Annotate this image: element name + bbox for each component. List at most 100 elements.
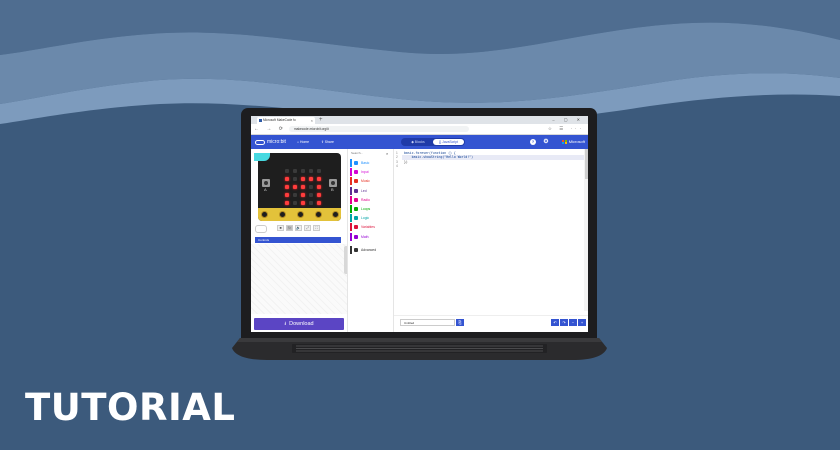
simulator-control-button[interactable]: ■ bbox=[277, 225, 284, 231]
category-color-bar bbox=[350, 195, 352, 204]
toolbox-search-input[interactable]: Search... bbox=[351, 151, 391, 156]
makecode-header: micro:bit ⌂ Home ⇪ Share ◆ Blocks {} Jav… bbox=[251, 135, 588, 149]
category-icon bbox=[354, 179, 358, 184]
category-label: Logic bbox=[361, 216, 370, 221]
category-math[interactable]: Math bbox=[350, 232, 390, 241]
led bbox=[293, 177, 297, 181]
close-tab-icon[interactable]: × bbox=[311, 117, 313, 124]
button-a[interactable] bbox=[262, 179, 270, 187]
download-label: Download bbox=[289, 321, 314, 327]
code-line[interactable]: basic.showString("Hello World!") bbox=[404, 155, 473, 159]
led bbox=[317, 193, 321, 197]
laptop: Microsoft MakeCode fo × + – ▢ ✕ ← → ⟳ ⌂ … bbox=[0, 0, 840, 450]
simulator-dropdown[interactable]: Controls bbox=[255, 237, 341, 243]
tutorial-heading: TUTORIAL bbox=[25, 386, 236, 429]
microbit-logo[interactable]: micro:bit bbox=[255, 138, 286, 146]
category-led[interactable]: Led bbox=[350, 186, 390, 195]
editor-action-button[interactable]: + bbox=[578, 319, 586, 326]
browser-menu-icons[interactable]: ☆ ☰ ··· bbox=[548, 124, 584, 134]
blocks-tab[interactable]: ◆ Blocks bbox=[404, 138, 432, 146]
led bbox=[293, 193, 297, 197]
category-color-bar bbox=[350, 177, 352, 186]
editor-action-button[interactable]: ↶ bbox=[551, 319, 559, 326]
category-label: Basic bbox=[361, 161, 370, 165]
editor-toggle: ◆ Blocks {} JavaScript bbox=[401, 138, 465, 146]
microsoft-squares-icon bbox=[562, 139, 567, 145]
logo-text: micro:bit bbox=[267, 139, 286, 145]
simulator-control-button[interactable]: ⤢ bbox=[304, 225, 311, 231]
save-icon[interactable]: ⎘ bbox=[456, 319, 464, 326]
share-button[interactable]: ⇪ Share bbox=[321, 135, 334, 149]
category-icon bbox=[354, 188, 358, 193]
category-color-bar bbox=[350, 186, 352, 195]
category-music[interactable]: Music bbox=[350, 177, 390, 186]
category-loops[interactable]: Loops bbox=[350, 205, 390, 213]
category-basic[interactable]: Basic bbox=[350, 159, 390, 167]
category-logic[interactable]: Logic bbox=[350, 214, 390, 223]
category-icon bbox=[354, 216, 358, 221]
home-button[interactable]: ⌂ Home bbox=[297, 135, 309, 149]
button-b-label: B bbox=[331, 187, 334, 192]
simulator-background-pattern bbox=[251, 244, 347, 314]
browser-tab[interactable]: Microsoft MakeCode fo × bbox=[257, 117, 315, 124]
led bbox=[293, 201, 297, 205]
address-bar: ← → ⟳ ⌂ makecode.microbit.org/# ☆ ☰ ··· bbox=[251, 124, 588, 135]
url-field[interactable]: makecode.microbit.org/# bbox=[289, 126, 469, 132]
settings-gear-icon[interactable]: ⚙ bbox=[543, 139, 549, 145]
microbit-logo-icon bbox=[255, 139, 265, 145]
category-variables[interactable]: Variables bbox=[350, 223, 390, 232]
pin-gnd[interactable] bbox=[332, 211, 339, 218]
toolbox: Search... ⌕ Basic Input Music Led Radio Loops… bbox=[347, 149, 394, 332]
button-a-label: A bbox=[264, 187, 267, 192]
led-matrix[interactable] bbox=[285, 169, 321, 205]
code-line[interactable]: }) bbox=[404, 160, 408, 164]
category-label: Variables bbox=[361, 225, 375, 230]
category-advanced[interactable]: Advanced bbox=[350, 245, 390, 254]
pin-1[interactable] bbox=[279, 211, 286, 218]
simulator-controls: ■ ↻ 🔈 ⤢ ⛶ bbox=[277, 225, 320, 231]
pin-2[interactable] bbox=[297, 211, 304, 218]
led bbox=[317, 169, 321, 173]
category-label: Advanced bbox=[361, 247, 377, 252]
category-label: Music bbox=[361, 179, 370, 184]
category-color-bar bbox=[350, 159, 352, 167]
project-name-input[interactable]: Untitled bbox=[400, 319, 455, 326]
button-b[interactable] bbox=[329, 179, 337, 187]
category-label: Radio bbox=[361, 197, 370, 202]
led bbox=[293, 169, 297, 173]
editor-action-button[interactable]: − bbox=[569, 319, 577, 326]
board-corner-accent bbox=[254, 153, 270, 161]
search-icon[interactable]: ⌕ bbox=[386, 151, 393, 156]
editor-bottom-bar: Untitled ⎘ ↶ ↷ − + bbox=[394, 315, 588, 330]
simulator-control-button[interactable]: ⛶ bbox=[313, 225, 320, 231]
code-editor[interactable]: 1 2 3 4 basic.forever(function () { basi… bbox=[393, 149, 588, 332]
category-icon bbox=[354, 197, 358, 202]
help-icon[interactable]: ? bbox=[530, 139, 536, 145]
simulator-control-button[interactable]: ↻ bbox=[286, 225, 293, 231]
simulator-panel: A B ■ ↻ 🔈 ⤢ ⛶ Controls ⭳ Download bbox=[251, 149, 349, 332]
category-radio[interactable]: Radio bbox=[350, 195, 390, 204]
pin-3v[interactable] bbox=[315, 211, 322, 218]
led bbox=[301, 185, 305, 189]
tab-title: Microsoft MakeCode fo bbox=[263, 118, 296, 122]
download-button[interactable]: ⭳ Download bbox=[254, 318, 344, 330]
category-color-bar bbox=[350, 245, 352, 254]
category-icon bbox=[354, 161, 358, 165]
editor-action-button[interactable]: ↷ bbox=[560, 319, 568, 326]
category-input[interactable]: Input bbox=[350, 168, 390, 177]
pin-0[interactable] bbox=[261, 211, 268, 218]
category-icon bbox=[354, 170, 358, 175]
editor-scrollbar-thumb[interactable] bbox=[585, 149, 588, 179]
javascript-tab[interactable]: {} JavaScript bbox=[433, 139, 464, 145]
category-color-bar bbox=[350, 232, 352, 241]
new-tab-button[interactable]: + bbox=[319, 116, 323, 124]
category-color-bar bbox=[350, 205, 352, 213]
microbit-board[interactable]: A B bbox=[254, 153, 341, 221]
board-edge-connector bbox=[258, 208, 341, 221]
simulator-toggle[interactable] bbox=[255, 225, 267, 233]
editor-bottom-buttons: ↶ ↷ − + bbox=[551, 319, 586, 326]
category-label: Led bbox=[361, 188, 367, 193]
window-controls[interactable]: – ▢ ✕ bbox=[552, 116, 584, 124]
simulator-control-button[interactable]: 🔈 bbox=[295, 225, 302, 231]
editor-scrollbar-track[interactable] bbox=[584, 149, 588, 311]
